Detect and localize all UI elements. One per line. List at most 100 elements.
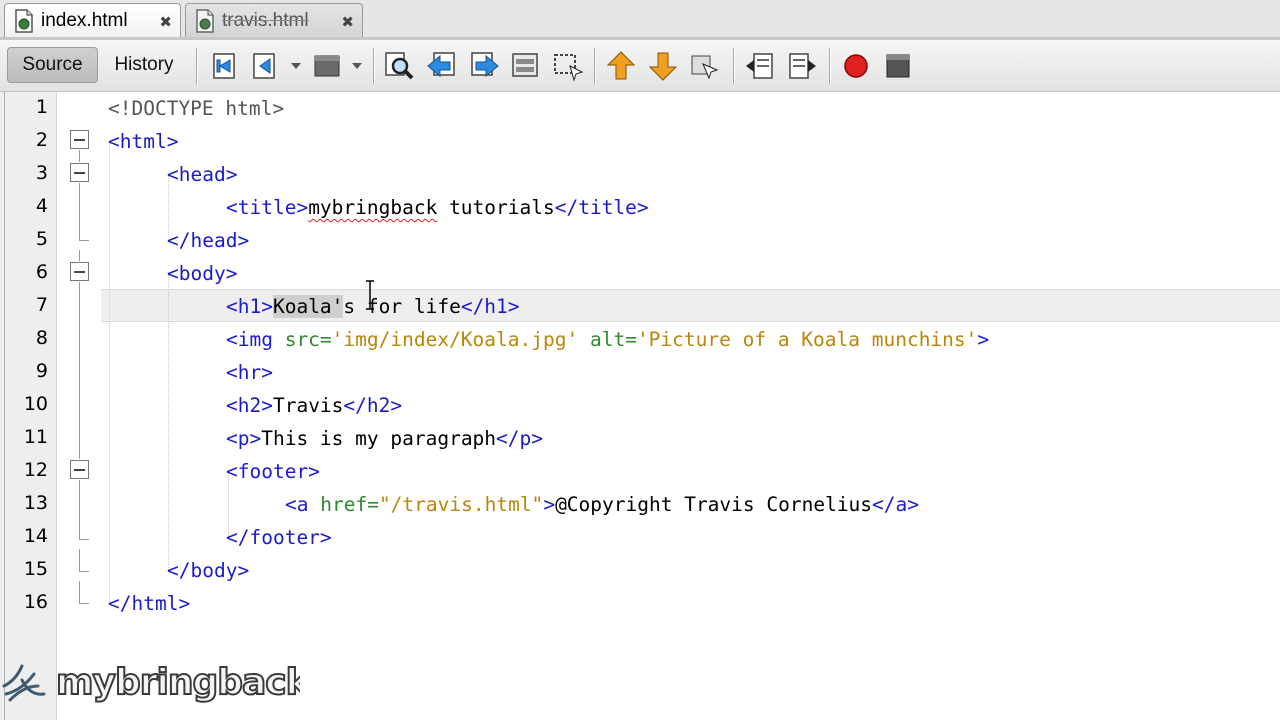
- fold-end: [79, 603, 89, 604]
- code-token: </head>: [167, 229, 250, 252]
- fold-toggle-footer[interactable]: [70, 460, 89, 479]
- fold-guide: [79, 282, 80, 459]
- stop-macro-icon[interactable]: [882, 50, 914, 82]
- navigate-dropdown-icon[interactable]: [312, 50, 344, 82]
- code-token: </a>: [872, 493, 920, 516]
- line-number: 9: [35, 360, 48, 382]
- code-token: <head>: [167, 163, 238, 186]
- fold-end: [79, 240, 89, 241]
- line-number: 13: [23, 492, 48, 514]
- line-number: 12: [23, 459, 48, 481]
- code-line[interactable]: <footer>: [226, 455, 320, 488]
- code-token: <title>: [226, 196, 309, 219]
- code-line[interactable]: <body>: [167, 257, 237, 290]
- code-token: <h2>: [226, 394, 273, 417]
- code-line[interactable]: <html>: [108, 125, 178, 158]
- code-line[interactable]: <img src='img/index/Koala.jpg' alt='Pict…: [226, 323, 989, 356]
- svg-text:mybringback: mybringback: [56, 662, 300, 703]
- text-cursor-icon: [366, 280, 374, 310]
- line-number: 4: [35, 195, 48, 217]
- code-line[interactable]: </head>: [167, 224, 249, 257]
- line-number: 6: [35, 261, 48, 283]
- code-token: @Copyright Travis Cornelius: [555, 493, 873, 516]
- code-token: <html>: [108, 130, 179, 153]
- fold-toggle-html[interactable]: [70, 130, 89, 149]
- find-selection-icon[interactable]: [510, 50, 542, 82]
- code-token: <hr>: [226, 361, 273, 384]
- code-token: "/travis.html": [378, 493, 544, 516]
- code-token: <footer>: [226, 460, 320, 483]
- toggle-highlight-icon[interactable]: [552, 50, 584, 82]
- editor-tab-bar: index.html ✖ travis.html ✖: [0, 0, 1280, 40]
- code-token: >: [977, 328, 990, 351]
- code-token: </html>: [108, 592, 191, 615]
- code-token: </title>: [554, 196, 649, 219]
- fold-guide: [79, 581, 80, 603]
- editor-toolbar: Source History: [0, 40, 1280, 92]
- source-button[interactable]: Source: [7, 47, 98, 83]
- find-icon[interactable]: [384, 50, 416, 82]
- shift-right-icon[interactable]: [786, 50, 818, 82]
- line-number: 3: [35, 162, 48, 184]
- forward-dropdown-icon[interactable]: [250, 50, 282, 82]
- code-line[interactable]: </body>: [167, 554, 249, 587]
- code-line[interactable]: <title>mybringback tutorials</title>: [226, 191, 649, 224]
- code-token: tutorials: [437, 196, 555, 219]
- line-number: 10: [23, 393, 48, 415]
- code-token: <h1>: [226, 295, 273, 318]
- line-number: 15: [23, 558, 48, 580]
- back-icon[interactable]: [208, 50, 240, 82]
- code-editor[interactable]: 1 2 3 4 5 6 7 8 9 10 11 12 13 14 15 16 <!DOCTYPE html> <…: [0, 92, 1280, 720]
- chevron-down-icon[interactable]: [351, 62, 363, 70]
- code-token: </h1>: [460, 295, 520, 318]
- code-token: Koala': [272, 295, 344, 318]
- code-token: 'Picture of a Koala munchins': [636, 328, 978, 351]
- fold-toggle-head[interactable]: [70, 163, 89, 182]
- line-number: 11: [23, 426, 48, 448]
- shift-left-icon[interactable]: [744, 50, 776, 82]
- fold-toggle-body[interactable]: [70, 262, 89, 281]
- code-token: s for life: [343, 295, 461, 318]
- toolbar-separator: [373, 48, 375, 84]
- code-token: <img: [226, 328, 285, 351]
- find-previous-icon[interactable]: [426, 50, 458, 82]
- code-token: Travis: [272, 394, 344, 417]
- previous-bookmark-icon[interactable]: [605, 50, 637, 82]
- line-number: 1: [35, 96, 48, 118]
- code-line[interactable]: <head>: [167, 158, 237, 191]
- code-line[interactable]: <p>This is my paragraph</p>: [226, 422, 543, 455]
- html-file-icon: [194, 9, 216, 33]
- fold-guide: [79, 549, 80, 571]
- history-button[interactable]: History: [102, 47, 186, 83]
- code-line[interactable]: <hr>: [226, 356, 273, 389]
- tab-close-icon[interactable]: ✖: [341, 13, 354, 31]
- fold-guide: [79, 480, 80, 539]
- code-token: </body>: [167, 559, 250, 582]
- record-macro-icon[interactable]: [840, 50, 872, 82]
- toolbar-separator: [733, 48, 735, 84]
- tab-index-html[interactable]: index.html ✖: [4, 3, 181, 38]
- next-bookmark-icon[interactable]: [647, 50, 679, 82]
- toggle-bookmark-icon[interactable]: [689, 50, 721, 82]
- code-token: <body>: [167, 262, 238, 285]
- code-line[interactable]: </html>: [108, 587, 190, 620]
- code-line[interactable]: <h2>Travis</h2>: [226, 389, 402, 422]
- code-token: src=: [284, 328, 332, 351]
- fold-guide: [79, 183, 80, 240]
- code-token: 'img/index/Koala.jpg': [331, 328, 579, 351]
- find-next-icon[interactable]: [468, 50, 500, 82]
- html-file-icon: [13, 9, 35, 33]
- code-line[interactable]: <a href="/travis.html">@Copyright Travis…: [285, 488, 919, 521]
- mybringback-logo: mybringback: [0, 650, 313, 710]
- tab-label: index.html: [41, 10, 128, 31]
- tab-travis-html[interactable]: travis.html ✖: [185, 3, 363, 38]
- code-token: </footer>: [226, 526, 332, 549]
- fold-end: [79, 539, 89, 540]
- code-line[interactable]: </footer>: [226, 521, 332, 554]
- tab-close-icon[interactable]: ✖: [159, 13, 172, 31]
- code-line[interactable]: <!DOCTYPE html>: [108, 92, 284, 125]
- code-token: <p>: [226, 427, 262, 450]
- tab-label: travis.html: [222, 10, 309, 31]
- chevron-down-icon[interactable]: [290, 62, 302, 70]
- toolbar-separator: [594, 48, 596, 84]
